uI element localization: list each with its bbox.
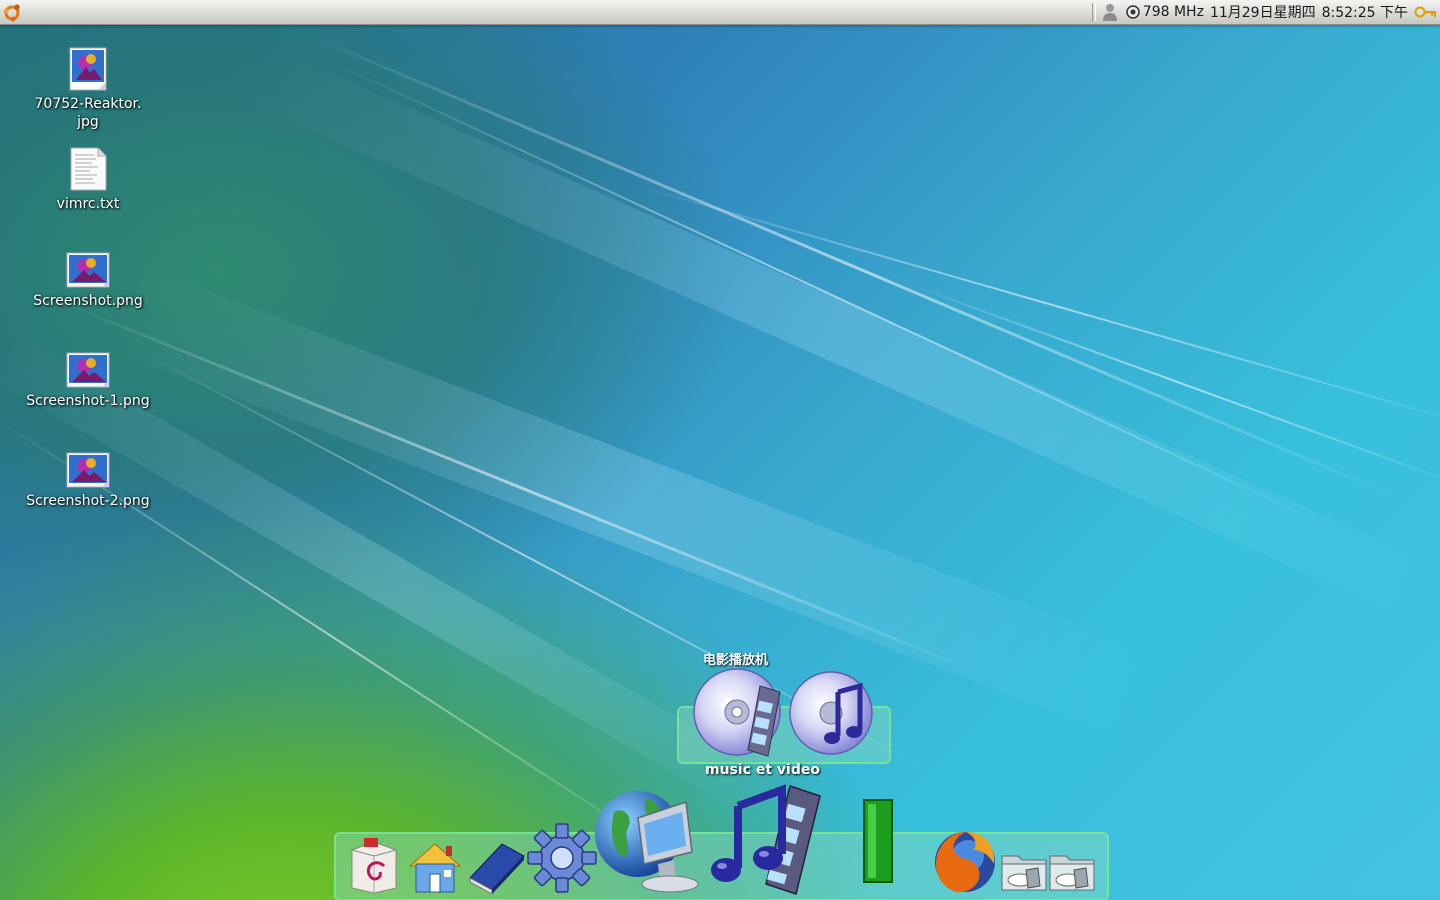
music-video-icon[interactable] xyxy=(700,778,824,900)
desktop-icon-label: Screenshot-2.png xyxy=(26,493,150,509)
desktop-icon-reaktor-jpg[interactable]: 70752-Reaktor. jpg xyxy=(13,47,163,131)
image-file-icon xyxy=(69,47,107,91)
movie-player-disc-icon[interactable] xyxy=(692,666,788,762)
desktop: 798 MHz 11月29日星期四 8:52:25 下午 70752-Reakt… xyxy=(0,0,1440,900)
ubuntu-logo-icon[interactable] xyxy=(2,2,22,22)
desktop-icon-label: Screenshot-1.png xyxy=(26,393,150,409)
top-panel: 798 MHz 11月29日星期四 8:52:25 下午 xyxy=(0,0,1440,25)
drive-folder-icon[interactable] xyxy=(1000,850,1048,896)
image-file-icon xyxy=(66,252,110,288)
green-bar-icon[interactable] xyxy=(862,798,894,888)
keys-icon[interactable] xyxy=(1414,4,1438,20)
desktop-icon-screenshot-2-png[interactable]: Screenshot-2.png xyxy=(13,452,163,510)
debian-package-icon[interactable] xyxy=(346,836,400,898)
desktop-icon-label: Screenshot.png xyxy=(33,293,143,309)
desktop-icon-screenshot-1-png[interactable]: Screenshot-1.png xyxy=(13,352,163,410)
clock-date[interactable]: 11月29日星期四 xyxy=(1210,2,1316,22)
firefox-icon[interactable] xyxy=(930,828,1000,900)
clock-time[interactable]: 8:52:25 下午 xyxy=(1322,2,1408,22)
music-disc-icon[interactable] xyxy=(788,670,876,762)
panel-separator xyxy=(1091,3,1096,21)
network-computer-icon[interactable] xyxy=(594,788,702,898)
system-tray: 798 MHz 11月29日星期四 8:52:25 下午 xyxy=(1091,0,1440,24)
home-folder-icon[interactable] xyxy=(406,838,464,900)
drive-folder-icon[interactable] xyxy=(1048,850,1096,896)
cpu-gauge-icon[interactable] xyxy=(1125,4,1141,20)
gear-icon[interactable] xyxy=(526,822,598,898)
stack-name-label: music et video xyxy=(705,762,820,778)
text-file-icon xyxy=(70,147,107,191)
desktop-icon-label: 70752-Reaktor. jpg xyxy=(34,96,142,130)
user-icon[interactable] xyxy=(1101,2,1119,22)
book-icon[interactable] xyxy=(466,838,528,898)
cpu-frequency: 798 MHz xyxy=(1142,4,1204,20)
desktop-icon-label: vimrc.txt xyxy=(56,196,120,212)
desktop-icon-vimrc-txt[interactable]: vimrc.txt xyxy=(13,147,163,213)
image-file-icon xyxy=(66,352,110,388)
image-file-icon xyxy=(66,452,110,488)
desktop-icon-screenshot-png[interactable]: Screenshot.png xyxy=(13,252,163,310)
